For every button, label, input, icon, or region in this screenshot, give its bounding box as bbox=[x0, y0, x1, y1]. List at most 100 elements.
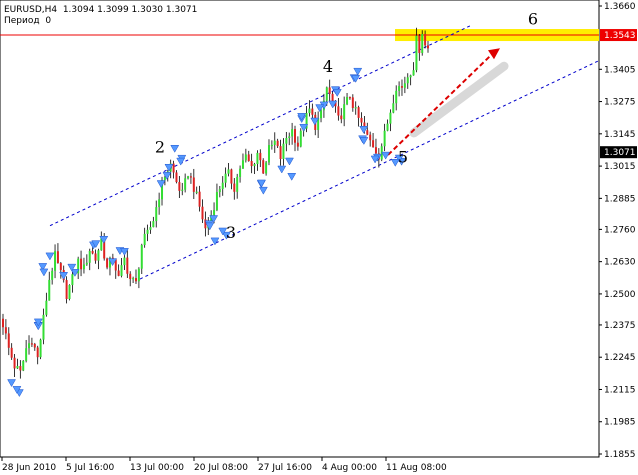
candle-body bbox=[36, 347, 39, 358]
wave-label-6: 6 bbox=[528, 10, 538, 29]
candle-body bbox=[187, 176, 190, 179]
candle-body bbox=[282, 143, 285, 160]
candle-body bbox=[296, 142, 299, 147]
last-price-tag: 1.3071 bbox=[600, 146, 637, 159]
candle-body bbox=[267, 145, 270, 163]
candle-body bbox=[117, 270, 120, 276]
candle-body bbox=[221, 182, 224, 190]
candle-body bbox=[424, 33, 427, 46]
candle-body bbox=[88, 250, 91, 263]
candle-body bbox=[386, 123, 389, 131]
candle-body bbox=[16, 365, 19, 369]
candle-body bbox=[163, 177, 166, 181]
candle-body bbox=[39, 339, 42, 358]
candle-body bbox=[10, 347, 13, 358]
candle-body bbox=[273, 140, 276, 145]
candle-body bbox=[325, 87, 328, 101]
candle-body bbox=[265, 162, 268, 174]
candle-body bbox=[155, 207, 158, 222]
y-tick-label: 1.2375 bbox=[604, 321, 636, 331]
candle-body bbox=[123, 257, 126, 266]
candle-body bbox=[337, 106, 340, 116]
candle-body bbox=[366, 130, 369, 135]
candle-body bbox=[406, 77, 409, 84]
y-tick-label: 1.2630 bbox=[604, 258, 636, 268]
candle-body bbox=[233, 183, 236, 192]
candle-body bbox=[285, 138, 288, 144]
y-tick-label: 1.1985 bbox=[604, 418, 636, 428]
candle-body bbox=[383, 130, 386, 147]
last-price-tag-text: 1.3071 bbox=[604, 148, 636, 158]
candle-body bbox=[132, 278, 135, 280]
candle-body bbox=[48, 279, 51, 301]
y-tick-label: 1.3405 bbox=[604, 65, 636, 75]
resistance-price-tag-text: 1.3543 bbox=[604, 31, 636, 41]
candle-body bbox=[279, 146, 282, 160]
candle-body bbox=[82, 264, 85, 270]
candle-body bbox=[294, 129, 297, 143]
candle-body bbox=[291, 129, 294, 137]
candle-body bbox=[343, 104, 346, 120]
candle-body bbox=[236, 176, 239, 192]
candle-body bbox=[311, 108, 314, 115]
y-tick-label: 1.3660 bbox=[604, 2, 636, 12]
candle-body bbox=[218, 189, 221, 193]
candle-body bbox=[201, 206, 204, 220]
candle-body bbox=[56, 251, 59, 264]
candle-body bbox=[175, 172, 178, 183]
candle-body bbox=[54, 251, 57, 271]
candle-body bbox=[2, 318, 4, 328]
wave-label-3: 3 bbox=[226, 223, 236, 242]
candle bbox=[68, 284, 71, 301]
candle-body bbox=[13, 357, 16, 369]
candle-body bbox=[357, 107, 360, 118]
symbol-info: EURUSD,H4 1.3094 1.3099 1.3030 1.3071 bbox=[4, 5, 198, 15]
candle-body bbox=[195, 191, 198, 193]
x-tick-label: 27 Jul 16:00 bbox=[258, 463, 312, 473]
candle-body bbox=[134, 278, 137, 282]
candle-body bbox=[276, 140, 279, 147]
y-tick-label: 1.3145 bbox=[604, 130, 636, 140]
candle-body bbox=[227, 169, 230, 174]
candle-body bbox=[392, 103, 395, 113]
wave-label-4: 4 bbox=[323, 57, 333, 76]
candle-body bbox=[97, 250, 100, 261]
candle-body bbox=[244, 154, 247, 161]
candle-body bbox=[59, 263, 62, 270]
y-tick-label: 1.3275 bbox=[604, 98, 636, 108]
candle-body bbox=[91, 250, 94, 254]
candle-body bbox=[94, 253, 97, 261]
candle-body bbox=[230, 169, 233, 184]
wave-label-5: 5 bbox=[398, 147, 408, 166]
candle-body bbox=[149, 227, 152, 230]
candle bbox=[421, 30, 424, 56]
candle-body bbox=[346, 97, 349, 105]
candle-body bbox=[328, 87, 331, 94]
y-tick-label: 1.2500 bbox=[604, 290, 636, 300]
candle-body bbox=[418, 35, 421, 54]
candle-body bbox=[51, 270, 54, 280]
y-tick-label: 1.2885 bbox=[604, 194, 636, 204]
candle-body bbox=[288, 136, 291, 139]
candle-body bbox=[106, 258, 109, 268]
candle-body bbox=[71, 274, 74, 286]
candle-body bbox=[421, 33, 424, 54]
candle-body bbox=[239, 168, 242, 177]
candle-body bbox=[42, 314, 45, 340]
candle-body bbox=[189, 176, 192, 178]
candle-body bbox=[178, 182, 181, 191]
candle-body bbox=[140, 245, 143, 269]
candle-body bbox=[215, 192, 218, 211]
candle-body bbox=[372, 140, 375, 148]
candle-body bbox=[415, 35, 418, 71]
y-tick-label: 1.2115 bbox=[604, 385, 636, 395]
price-chart: 2 3 4 5 6 1.3660 1.3405 1.3275 1.3145 1.3015 1.28… bbox=[0, 0, 637, 473]
y-tick-label: 1.2760 bbox=[604, 225, 636, 235]
candle bbox=[265, 161, 268, 176]
candle-body bbox=[33, 343, 36, 348]
candle-body bbox=[247, 154, 250, 162]
candle-body bbox=[262, 160, 265, 174]
candle-body bbox=[427, 45, 429, 49]
candle-body bbox=[412, 70, 415, 76]
candle-body bbox=[270, 144, 273, 147]
